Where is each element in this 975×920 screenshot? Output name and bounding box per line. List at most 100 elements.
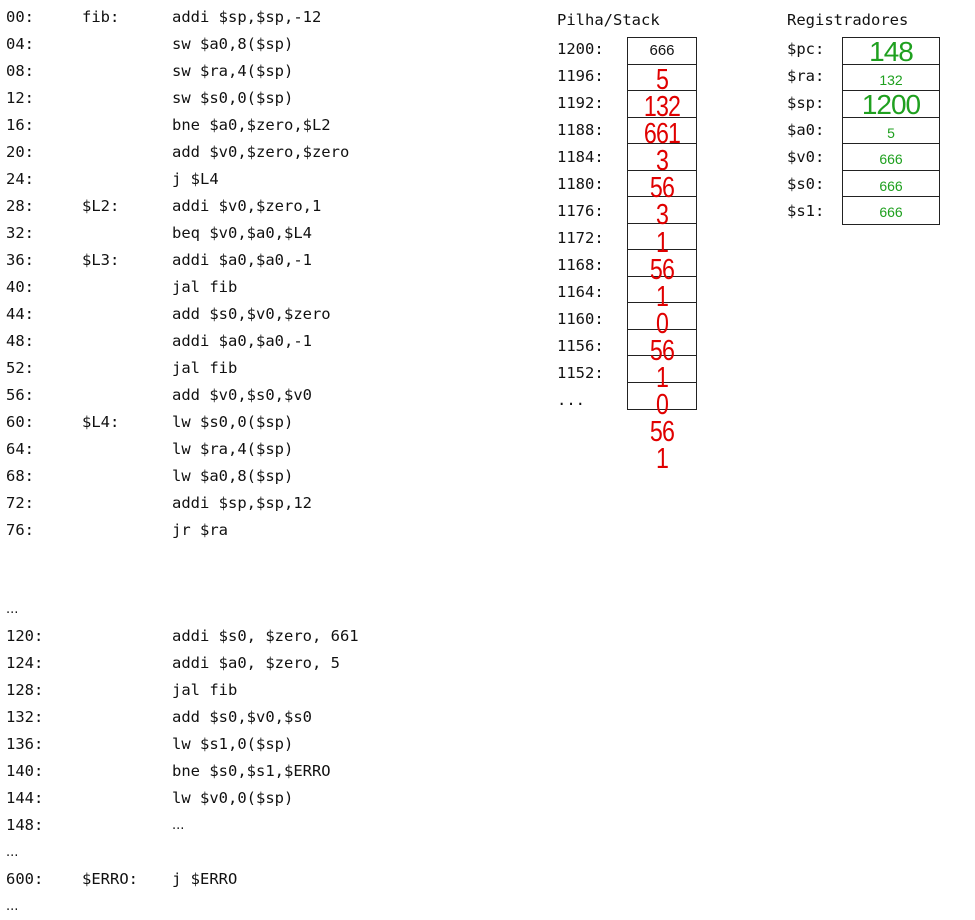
code-line: 120: addi $s0, $zero, 661: [6, 623, 546, 650]
code-address: 40:: [6, 278, 34, 296]
code-instruction: lw $s0,0($sp): [172, 413, 294, 431]
code-line: 136: lw $s1,0($sp): [6, 731, 546, 758]
stack-address: 1196:: [557, 67, 604, 85]
code-address: 136:: [6, 735, 44, 753]
code-address: 120:: [6, 627, 44, 645]
code-address: 48:: [6, 332, 34, 350]
code-label: $ERRO:: [82, 870, 138, 888]
code-line: 28: $L2: addi $v0,$zero,1: [6, 193, 546, 220]
register-value: 5: [843, 118, 939, 144]
code-address: ...: [6, 602, 19, 617]
stack-handwritten-values: 5 132 661 3 56 3 1 56 1 0 56 1 0 56 1: [627, 40, 697, 473]
stack-address: 1192:: [557, 94, 604, 112]
code-instruction: lw $a0,8($sp): [172, 467, 294, 485]
stack-address: ...: [557, 391, 585, 409]
stack-handwritten-value: 1: [655, 280, 669, 313]
code-address: 20:: [6, 143, 34, 161]
stack-handwritten-value: 1: [655, 362, 669, 395]
code-instruction: addi $sp,$sp,12: [172, 494, 312, 512]
code-address: ...: [6, 899, 19, 914]
stack-addresses: 1200: 1196: 1192: 1188: 1184: 1180: 1176: 1172:…: [557, 36, 604, 414]
register-name: $a0:: [787, 121, 825, 139]
code-instruction: addi $a0,$a0,-1: [172, 251, 312, 269]
code-instruction: ...: [172, 818, 185, 833]
code-line: 32: beq $v0,$a0,$L4: [6, 220, 546, 247]
code-address: ...: [6, 845, 19, 860]
register-file: 148 132 1200 5 666 666 666: [842, 37, 940, 225]
stack-handwritten-value: 5: [655, 64, 669, 96]
register-value: 148: [843, 38, 939, 65]
register-name: $pc:: [787, 40, 825, 58]
register-value: 1200: [843, 91, 939, 118]
code-address: 08:: [6, 62, 34, 80]
code-instruction: jal fib: [172, 278, 238, 296]
code-line: ...: [6, 893, 546, 920]
code-line: 12: sw $s0,0($sp): [6, 85, 546, 112]
code-line: ...: [6, 596, 546, 623]
code-line: 64: lw $ra,4($sp): [6, 436, 546, 463]
stack-handwritten-value: 132: [643, 91, 681, 124]
code-address: 56:: [6, 386, 34, 404]
code-instruction: lw $v0,0($sp): [172, 789, 294, 807]
code-address: 600:: [6, 870, 44, 888]
code-line: 16: bne $a0,$zero,$L2: [6, 112, 546, 139]
stack-handwritten-value: 3: [655, 199, 669, 232]
register-name: $sp:: [787, 94, 825, 112]
stack-handwritten-value: 1: [655, 443, 669, 476]
code-instruction: add $s0,$v0,$s0: [172, 708, 312, 726]
code-instruction: addi $sp,$sp,-12: [172, 8, 322, 26]
code-instruction: addi $s0, $zero, 661: [172, 627, 359, 645]
code-label: fib:: [82, 8, 120, 26]
code-address: 32:: [6, 224, 34, 242]
stack-handwritten-value: 3: [655, 145, 669, 178]
code-line: 132: add $s0,$v0,$s0: [6, 704, 546, 731]
code-instruction: add $v0,$s0,$v0: [172, 386, 312, 404]
stack-title: Pilha/Stack: [557, 11, 660, 29]
code-line: 148:...: [6, 812, 546, 839]
code-instruction: bne $a0,$zero,$L2: [172, 116, 331, 134]
stack-address: 1160:: [557, 310, 604, 328]
stack-handwritten-value: 56: [649, 334, 675, 367]
stack-handwritten-value: 1: [655, 226, 669, 259]
code-address: 16:: [6, 116, 34, 134]
stack-address: 1200:: [557, 40, 604, 58]
register-names: $pc: $ra: $sp: $a0: $v0: $s0: $s1:: [787, 36, 824, 225]
code-line: 68: lw $a0,8($sp): [6, 463, 546, 490]
stack-handwritten-value: 0: [655, 389, 669, 422]
code-line: ...: [6, 839, 546, 866]
code-address: 04:: [6, 35, 34, 53]
code-line: 60: $L4: lw $s0,0($sp): [6, 409, 546, 436]
register-name: $s1:: [787, 202, 825, 220]
code-address: 52:: [6, 359, 34, 377]
code-label: $L2:: [82, 197, 120, 215]
code-address: 132:: [6, 708, 44, 726]
code-line: 128: jal fib: [6, 677, 546, 704]
code-address: 72:: [6, 494, 34, 512]
code-instruction: beq $v0,$a0,$L4: [172, 224, 312, 242]
stack-address: 1184:: [557, 148, 604, 166]
code-line: 00: fib: addi $sp,$sp,-12: [6, 4, 546, 31]
register-name: $ra:: [787, 67, 825, 85]
code-instruction: addi $a0, $zero, 5: [172, 654, 340, 672]
stack-address: 1168:: [557, 256, 604, 274]
register-value: 666: [843, 144, 939, 171]
code-address: 68:: [6, 467, 34, 485]
code-line: 144: lw $v0,0($sp): [6, 785, 546, 812]
code-address: 36:: [6, 251, 34, 269]
code-address: 64:: [6, 440, 34, 458]
code-address: 144:: [6, 789, 44, 807]
code-gap: [6, 544, 546, 596]
code-label: $L3:: [82, 251, 120, 269]
code-instruction: sw $ra,4($sp): [172, 62, 294, 80]
code-line: 72: addi $sp,$sp,12: [6, 490, 546, 517]
code-instruction: jal fib: [172, 359, 238, 377]
stack-address: 1164:: [557, 283, 604, 301]
code-line: 52: jal fib: [6, 355, 546, 382]
code-instruction: lw $ra,4($sp): [172, 440, 294, 458]
code-line: 56: add $v0,$s0,$v0: [6, 382, 546, 409]
register-name: $v0:: [787, 148, 825, 166]
code-line: 40: jal fib: [6, 274, 546, 301]
code-address: 00:: [6, 8, 34, 26]
code-instruction: sw $a0,8($sp): [172, 35, 294, 53]
stack-address: 1152:: [557, 364, 604, 382]
